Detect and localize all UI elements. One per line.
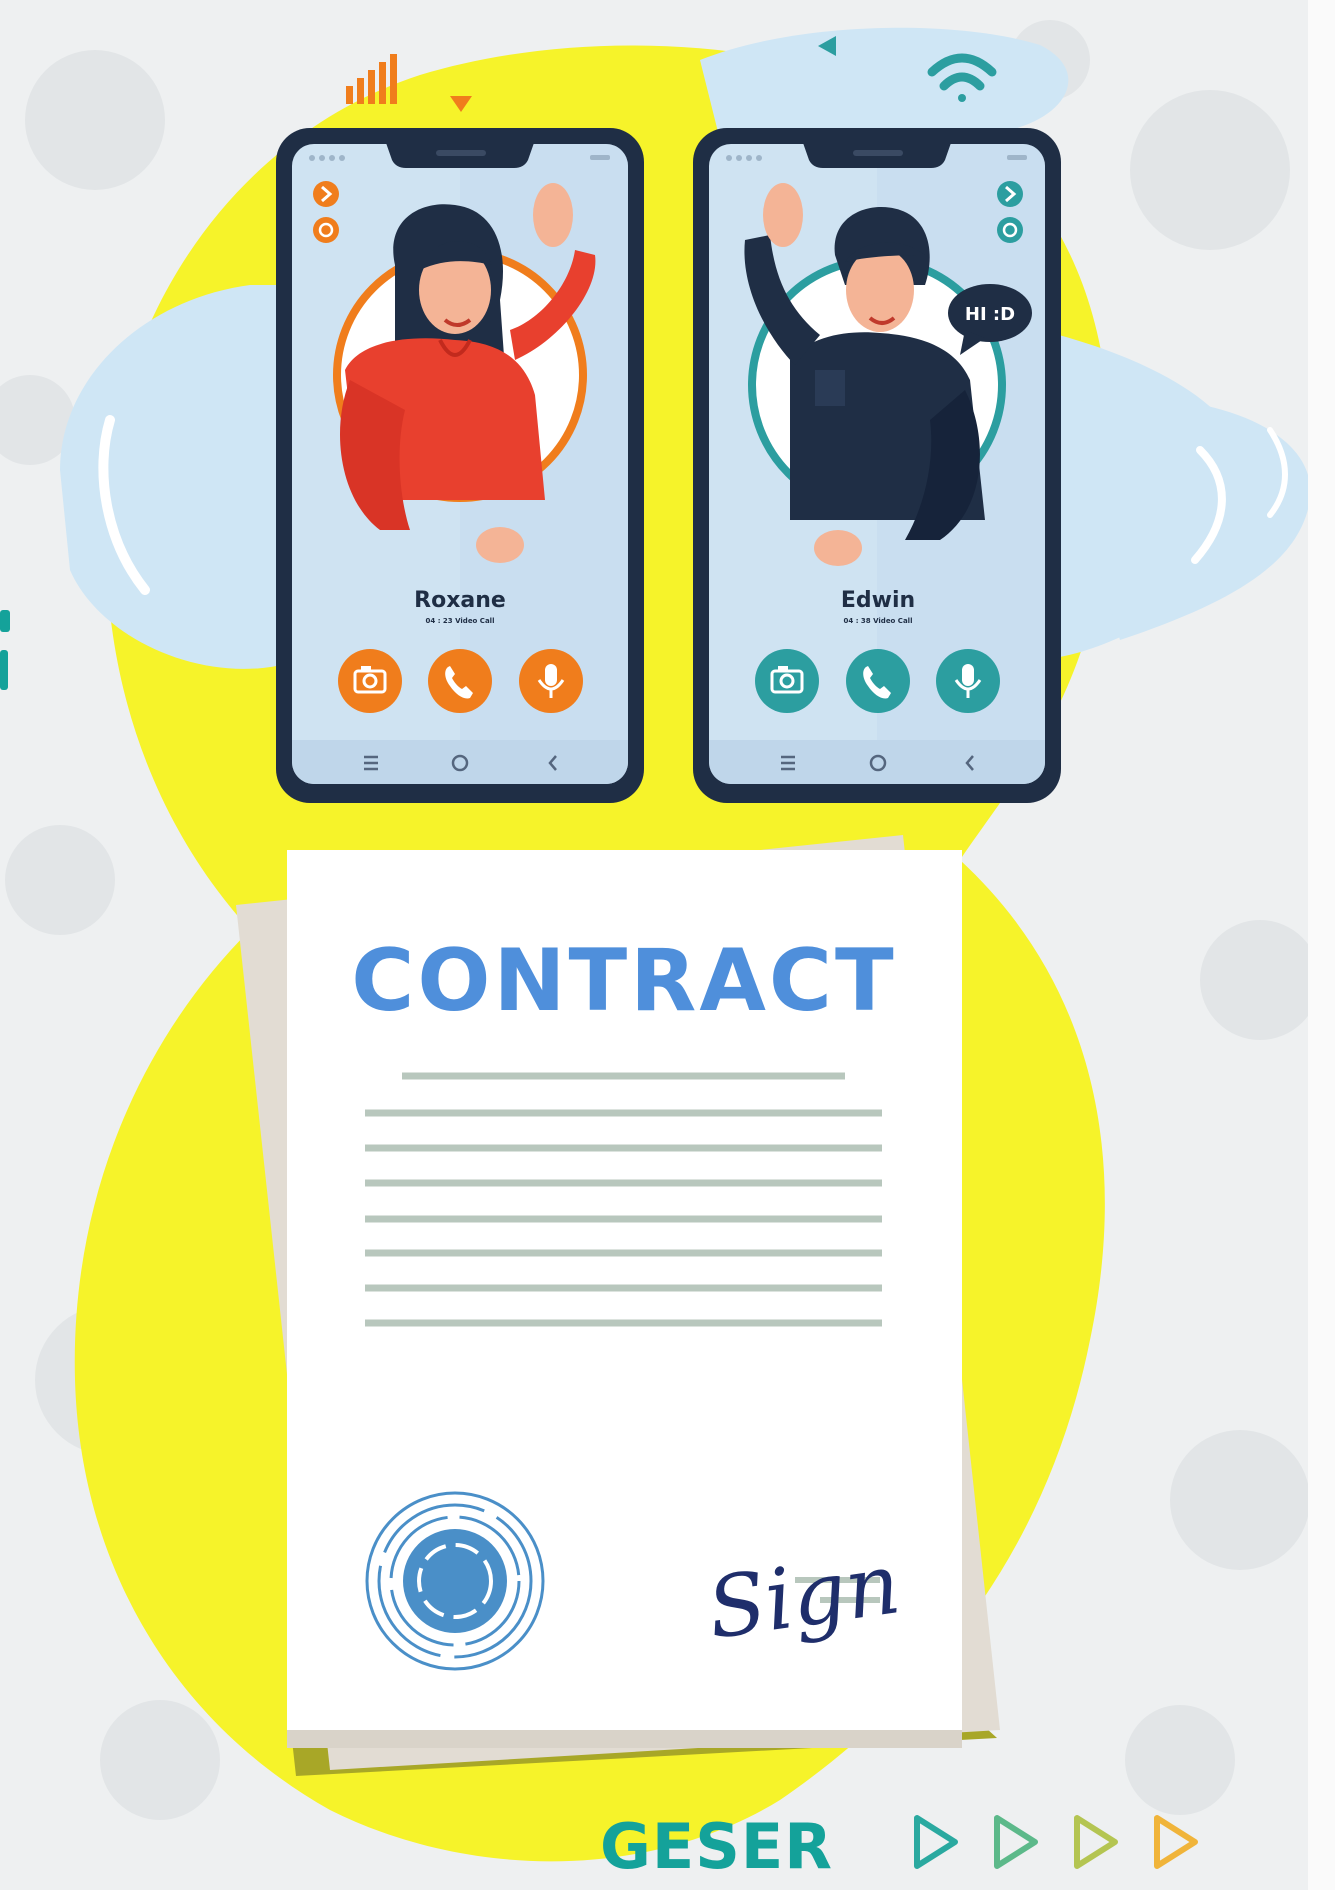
contract-title: CONTRACT (351, 931, 896, 1031)
right-side-chevron-icon[interactable] (997, 181, 1023, 207)
arrow-icon-3[interactable] (1074, 1815, 1118, 1869)
right-camera-button[interactable] (755, 649, 819, 713)
footer-label: GESER (600, 1810, 833, 1883)
right-call-info: 04 : 38 Video Call (844, 617, 913, 625)
right-call-button[interactable] (846, 649, 910, 713)
left-call-info: 04 : 23 Video Call (426, 617, 495, 625)
arrow-icon-1[interactable] (914, 1815, 958, 1869)
right-side-circle-icon[interactable] (997, 217, 1023, 243)
left-call-button[interactable] (428, 649, 492, 713)
right-edge-strip (1308, 0, 1335, 1890)
arrow-icon-2[interactable] (994, 1815, 1038, 1869)
left-caller-name: Roxane (414, 588, 506, 613)
illustration-canvas: Roxane 04 : 23 Video Call HI:D Edwin 04… (0, 20, 1320, 1883)
right-mic-button[interactable] (936, 649, 1000, 713)
left-side-chevron-icon[interactable] (313, 181, 339, 207)
arrow-icon-4[interactable] (1154, 1815, 1198, 1869)
left-edge-mark (0, 610, 10, 690)
left-camera-button[interactable] (338, 649, 402, 713)
left-side-circle-icon[interactable] (313, 217, 339, 243)
speech-bubble-text: HI :D (965, 304, 1015, 325)
left-mic-button[interactable] (519, 649, 583, 713)
next-arrows[interactable] (914, 1815, 1198, 1869)
right-caller-name: Edwin (841, 588, 915, 613)
